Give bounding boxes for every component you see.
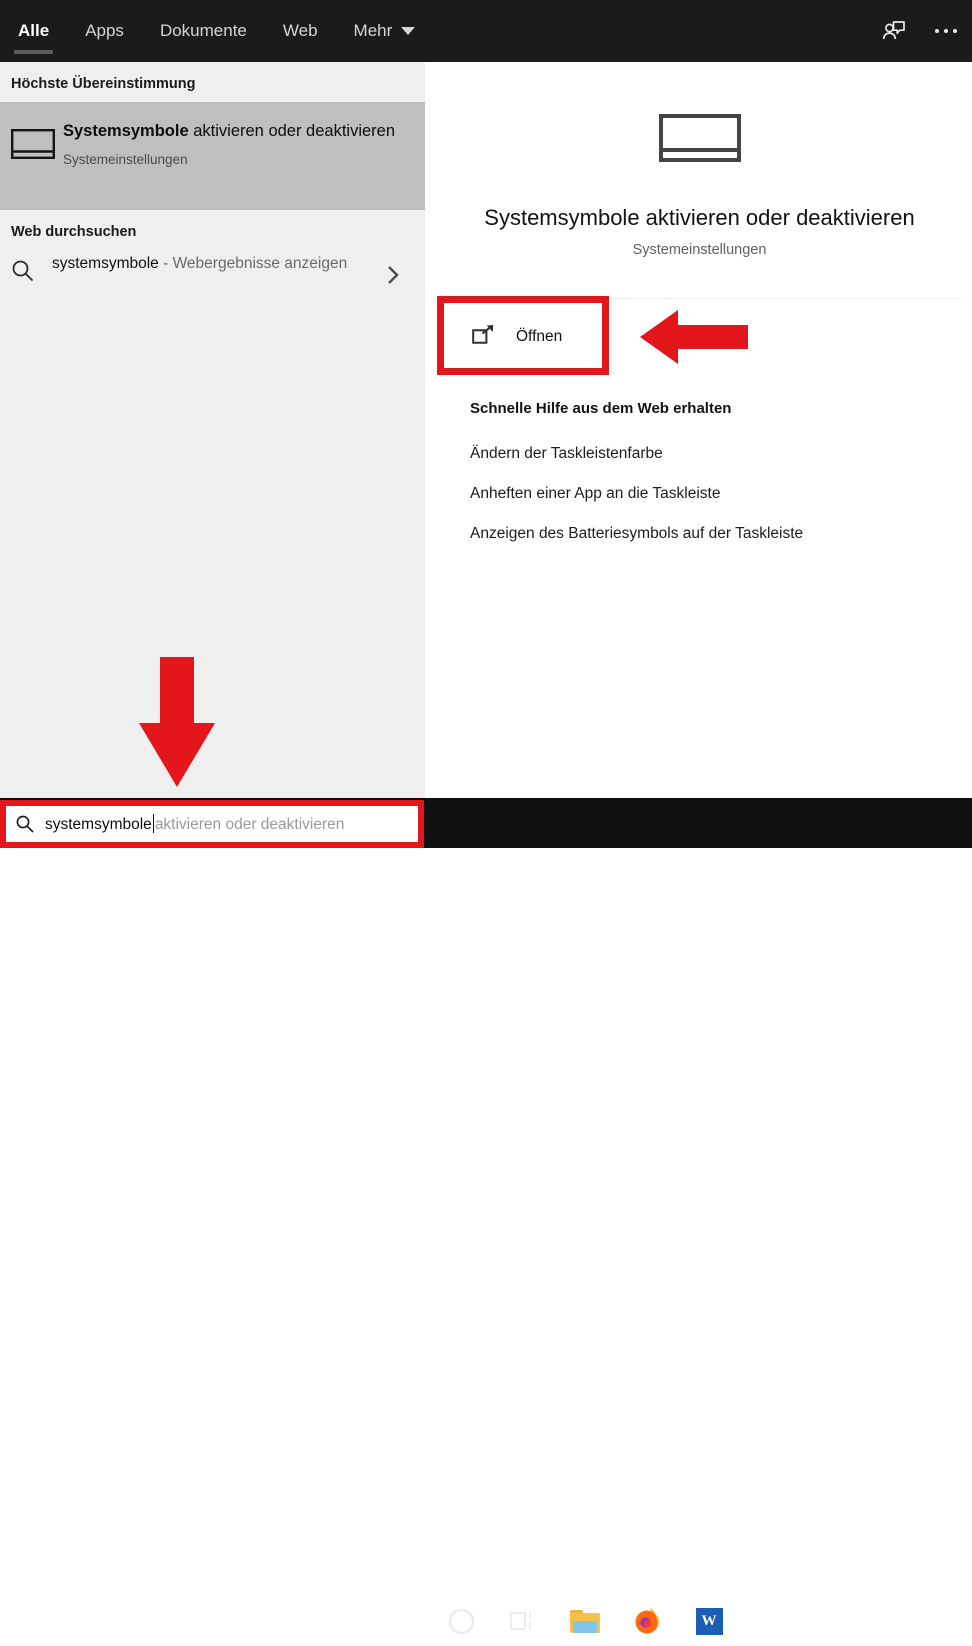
word-letter: W — [702, 1613, 717, 1630]
text-cursor — [153, 814, 154, 833]
firefox-icon[interactable] — [616, 1596, 678, 1646]
ellipsis-dot — [944, 29, 948, 33]
person-feedback-icon[interactable] — [868, 0, 920, 62]
file-explorer-icon[interactable] — [554, 1596, 616, 1646]
search-header: Alle Apps Dokumente Web Mehr — [0, 0, 972, 62]
open-row-divider — [611, 299, 612, 375]
header-actions — [868, 0, 972, 62]
tab-dokumente-label: Dokumente — [160, 21, 247, 41]
taskbar-icons: W — [430, 1596, 740, 1646]
tab-mehr-label: Mehr — [354, 21, 393, 41]
open-external-icon — [471, 324, 495, 351]
task-view-icon[interactable] — [492, 1596, 554, 1646]
preview-title: Systemsymbole aktivieren oder deaktivier… — [437, 205, 962, 231]
search-typed-text: systemsymbole — [45, 816, 152, 833]
help-heading: Schnelle Hilfe aus dem Web erhalten — [470, 400, 731, 417]
tab-web-label: Web — [283, 21, 318, 41]
search-filter-tabs: Alle Apps Dokumente Web Mehr — [0, 0, 433, 62]
taskbar-search-input[interactable]: systemsymboleaktivieren oder deaktiviere… — [6, 806, 418, 842]
word-tile: W — [696, 1608, 723, 1635]
search-icon — [15, 814, 37, 834]
help-link-pin-app[interactable]: Anheften einer App an die Taskleiste — [470, 485, 720, 503]
web-search-heading: Web durchsuchen — [0, 210, 425, 248]
tab-alle-label: Alle — [18, 21, 49, 41]
preview-taskbar-icon — [437, 114, 962, 162]
help-link-battery-icon[interactable]: Anzeigen des Batteriesymbols auf der Tas… — [470, 525, 803, 543]
best-match-heading: Höchste Übereinstimmung — [0, 62, 425, 102]
preview-panel: Systemsymbole aktivieren oder deaktivier… — [437, 70, 962, 792]
ellipsis-icon[interactable] — [920, 0, 972, 62]
tab-alle[interactable]: Alle — [0, 0, 67, 62]
preview-subtitle: Systemeinstellungen — [437, 242, 962, 258]
best-match-result-item[interactable]: Systemsymbole aktivieren oder deaktivier… — [0, 102, 425, 210]
tab-dokumente[interactable]: Dokumente — [142, 0, 265, 62]
tab-active-indicator — [14, 50, 53, 54]
cortana-icon[interactable] — [430, 1596, 492, 1646]
results-list-panel: Höchste Übereinstimmung Systemsymbole ak… — [0, 62, 425, 798]
tab-apps-label: Apps — [85, 21, 124, 41]
web-search-label: systemsymbole - Webergebnisse anzeigen — [52, 250, 379, 278]
open-button[interactable]: Öffnen — [437, 299, 611, 375]
taskbar-icon — [11, 129, 55, 159]
chevron-down-icon — [401, 27, 415, 35]
chevron-right-icon[interactable] — [383, 260, 403, 295]
web-search-suffix: - Webergebnisse anzeigen — [159, 255, 347, 272]
search-icon — [10, 258, 36, 289]
web-search-query: systemsymbole — [52, 255, 159, 272]
best-match-title-bold: Systemsymbole — [63, 122, 189, 140]
best-match-title: Systemsymbole aktivieren oder deaktivier… — [63, 118, 411, 145]
help-link-taskbar-color[interactable]: Ändern der Taskleistenfarbe — [470, 445, 663, 463]
search-suggestion-text: aktivieren oder deaktivieren — [155, 816, 345, 833]
windows-search-screen: Alle Apps Dokumente Web Mehr — [0, 0, 972, 848]
tab-mehr[interactable]: Mehr — [336, 0, 434, 62]
search-text: systemsymboleaktivieren oder deaktiviere… — [45, 814, 344, 834]
folder-glyph — [570, 1610, 600, 1633]
tab-apps[interactable]: Apps — [67, 0, 142, 62]
web-search-result-item[interactable]: systemsymbole - Webergebnisse anzeigen — [0, 248, 425, 308]
word-icon[interactable]: W — [678, 1596, 740, 1646]
best-match-subtitle: Systemeinstellungen — [63, 152, 411, 167]
ellipsis-dot — [953, 29, 957, 33]
tab-web[interactable]: Web — [265, 0, 336, 62]
open-button-label: Öffnen — [516, 328, 562, 346]
ellipsis-dot — [935, 29, 939, 33]
cortana-circle — [449, 1609, 474, 1634]
best-match-text: Systemsymbole aktivieren oder deaktivier… — [63, 118, 411, 167]
best-match-title-rest: aktivieren oder deaktivieren — [189, 122, 395, 140]
